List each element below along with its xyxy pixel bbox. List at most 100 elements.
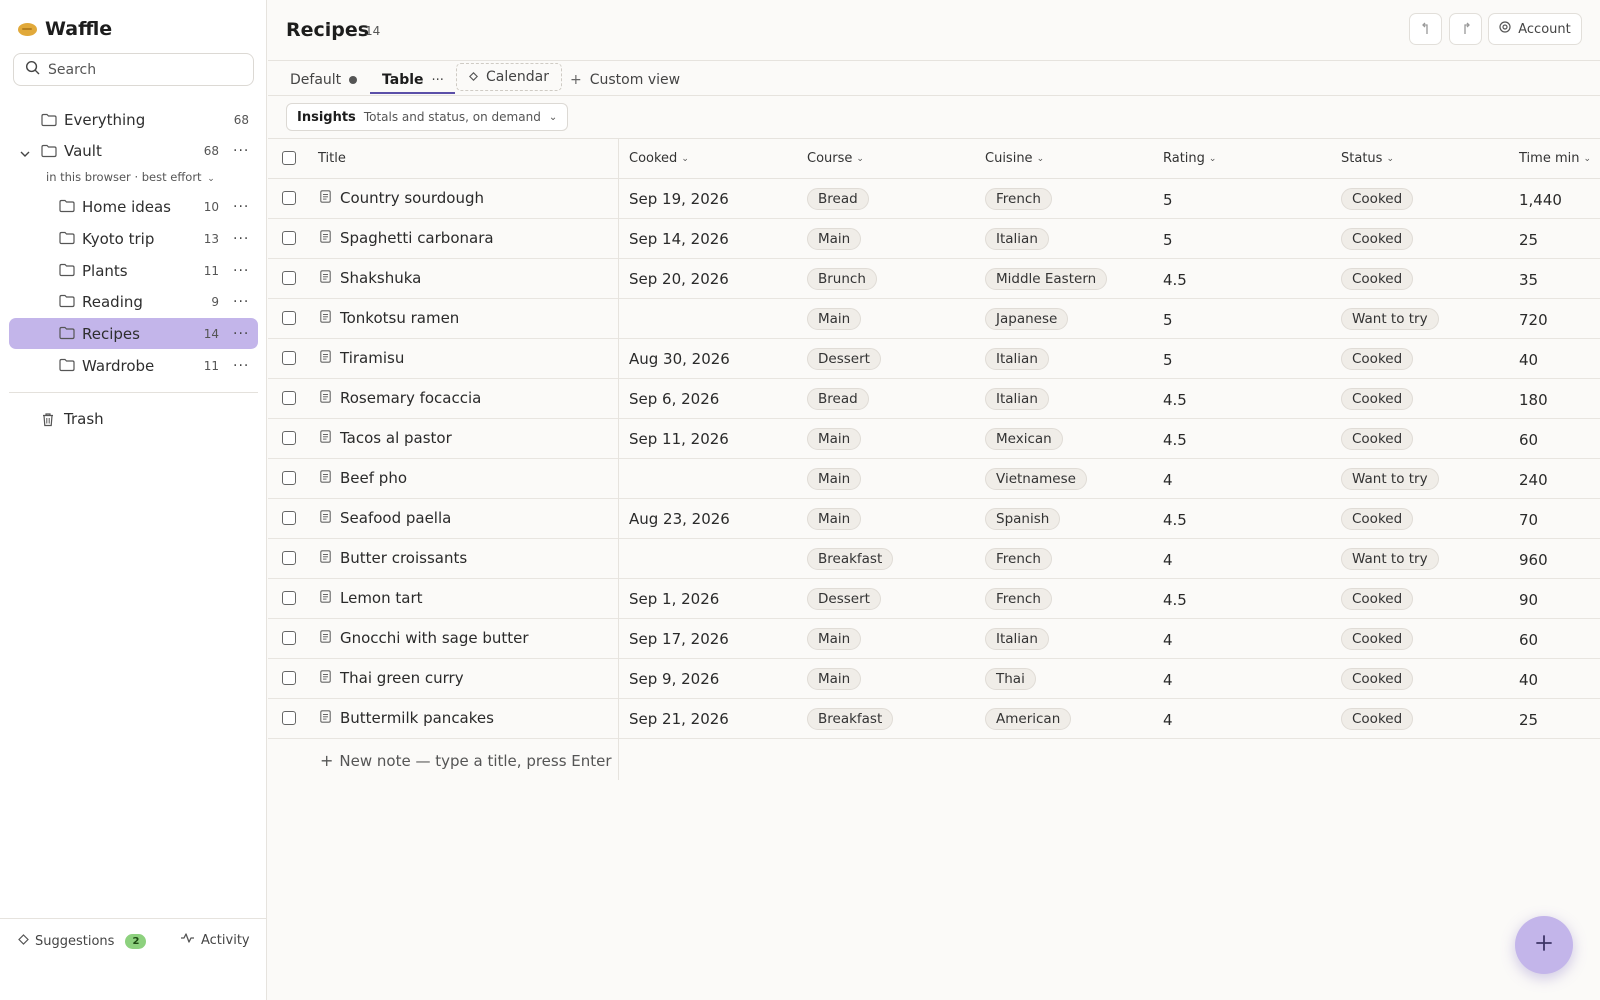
cuisine-chip[interactable]: Mexican (985, 428, 1063, 450)
sidebar-item-home-ideas[interactable]: Home ideas 10 ··· (9, 191, 258, 222)
course-chip[interactable]: Bread (807, 388, 869, 410)
vault-storage-note[interactable]: in this browser · best effort ⌄ (46, 170, 215, 184)
cuisine-chip[interactable]: French (985, 588, 1052, 610)
status-chip[interactable]: Want to try (1341, 548, 1439, 570)
redo-button[interactable] (1449, 13, 1482, 45)
column-header-rating[interactable]: Rating ⌄ (1163, 151, 1216, 166)
title-cell[interactable]: Tiramisu (320, 349, 404, 367)
cuisine-chip[interactable]: Middle Eastern (985, 268, 1108, 290)
sidebar-item-kyoto-trip[interactable]: Kyoto trip 13 ··· (9, 223, 258, 254)
status-chip[interactable]: Cooked (1341, 348, 1414, 370)
sidebar-item-plants[interactable]: Plants 11 ··· (9, 255, 258, 286)
time-cell[interactable]: 40 (1519, 351, 1538, 369)
title-cell[interactable]: Seafood paella (320, 509, 451, 527)
row-checkbox[interactable] (282, 551, 296, 565)
rating-cell[interactable]: 4.5 (1163, 271, 1187, 289)
table-row[interactable]: Thai green curry Sep 9, 2026 Main Thai 4 Cook… (268, 659, 1600, 699)
cuisine-chip[interactable]: Italian (985, 228, 1049, 250)
column-header-cooked[interactable]: Cooked ⌄ (629, 151, 689, 166)
suggestions-button[interactable]: Suggestions 2 (18, 934, 147, 949)
chevron-down-icon[interactable] (19, 145, 31, 163)
title-cell[interactable]: Gnocchi with sage butter (320, 629, 529, 647)
time-cell[interactable]: 35 (1519, 271, 1538, 289)
table-row[interactable]: Gnocchi with sage butter Sep 17, 2026 Main… (268, 619, 1600, 659)
rating-cell[interactable]: 5 (1163, 351, 1173, 369)
course-chip[interactable]: Main (807, 508, 862, 530)
rating-cell[interactable]: 5 (1163, 231, 1173, 249)
course-chip[interactable]: Main (807, 308, 862, 330)
cooked-cell[interactable]: Sep 21, 2026 (629, 710, 729, 728)
time-cell[interactable]: 1,440 (1519, 191, 1562, 209)
rating-cell[interactable]: 4.5 (1163, 511, 1187, 529)
new-note-fab-button[interactable] (1515, 916, 1573, 974)
table-row[interactable]: Beef pho Main Vietnamese 4 Want to try 240 (268, 459, 1600, 499)
sidebar-item-wardrobe[interactable]: Wardrobe 11 ··· (9, 350, 258, 381)
time-cell[interactable]: 90 (1519, 591, 1538, 609)
table-row[interactable]: Spaghetti carbonara Sep 14, 2026 Main Itali… (268, 219, 1600, 259)
cooked-cell[interactable]: Sep 9, 2026 (629, 670, 719, 688)
status-chip[interactable]: Cooked (1341, 588, 1414, 610)
rating-cell[interactable]: 4 (1163, 711, 1173, 729)
rating-cell[interactable]: 4 (1163, 471, 1173, 489)
status-chip[interactable]: Cooked (1341, 708, 1414, 730)
cooked-cell[interactable]: Sep 19, 2026 (629, 190, 729, 208)
status-chip[interactable]: Cooked (1341, 668, 1414, 690)
table-row[interactable]: Lemon tart Sep 1, 2026 Dessert French 4.5 Coo… (268, 579, 1600, 619)
time-cell[interactable]: 960 (1519, 551, 1548, 569)
status-chip[interactable]: Cooked (1341, 268, 1414, 290)
title-cell[interactable]: Rosemary focaccia (320, 389, 481, 407)
table-row[interactable]: Seafood paella Aug 23, 2026 Main Spanish 4.5… (268, 499, 1600, 539)
time-cell[interactable]: 180 (1519, 391, 1548, 409)
sidebar-item-reading[interactable]: Reading 9 ··· (9, 286, 258, 317)
cooked-cell[interactable]: Aug 23, 2026 (629, 510, 730, 528)
more-icon[interactable]: ··· (233, 143, 249, 159)
row-checkbox[interactable] (282, 191, 296, 205)
title-cell[interactable]: Thai green curry (320, 669, 464, 687)
tab-default[interactable]: Default (290, 66, 358, 94)
title-cell[interactable]: Tonkotsu ramen (320, 309, 459, 327)
title-cell[interactable]: Tacos al pastor (320, 429, 452, 447)
column-header-time-min[interactable]: Time min ⌄ (1519, 151, 1591, 166)
title-cell[interactable]: Spaghetti carbonara (320, 229, 494, 247)
title-cell[interactable]: Country sourdough (320, 189, 484, 207)
status-chip[interactable]: Cooked (1341, 388, 1414, 410)
cooked-cell[interactable]: Sep 1, 2026 (629, 590, 719, 608)
time-cell[interactable]: 70 (1519, 511, 1538, 529)
title-cell[interactable]: Shakshuka (320, 269, 421, 287)
select-all-checkbox[interactable] (282, 151, 296, 165)
rating-cell[interactable]: 4.5 (1163, 591, 1187, 609)
sidebar-item-recipes[interactable]: Recipes 14 ··· (9, 318, 258, 349)
course-chip[interactable]: Breakfast (807, 548, 894, 570)
title-cell[interactable]: Butter croissants (320, 549, 467, 567)
course-chip[interactable]: Main (807, 468, 862, 490)
status-chip[interactable]: Cooked (1341, 188, 1414, 210)
more-icon[interactable]: ··· (233, 263, 249, 279)
time-cell[interactable]: 720 (1519, 311, 1548, 329)
title-cell[interactable]: Beef pho (320, 469, 407, 487)
tab-calendar[interactable]: Calendar (456, 63, 562, 91)
course-chip[interactable]: Main (807, 668, 862, 690)
title-cell[interactable]: Buttermilk pancakes (320, 709, 494, 727)
rating-cell[interactable]: 4 (1163, 631, 1173, 649)
cuisine-chip[interactable]: Japanese (985, 308, 1069, 330)
undo-button[interactable] (1409, 13, 1442, 45)
activity-button[interactable]: Activity (180, 932, 250, 948)
search-box[interactable] (13, 53, 254, 86)
new-note-input[interactable]: + New note — type a title, press Enter (320, 751, 612, 770)
row-checkbox[interactable] (282, 351, 296, 365)
rating-cell[interactable]: 5 (1163, 311, 1173, 329)
brand[interactable]: Waffle (18, 18, 112, 40)
custom-view-button[interactable]: + Custom view (570, 66, 680, 94)
course-chip[interactable]: Main (807, 628, 862, 650)
cooked-cell[interactable]: Sep 6, 2026 (629, 390, 719, 408)
time-cell[interactable]: 240 (1519, 471, 1548, 489)
row-checkbox[interactable] (282, 511, 296, 525)
row-checkbox[interactable] (282, 631, 296, 645)
sidebar-item-trash[interactable]: Trash (9, 404, 258, 434)
time-cell[interactable]: 25 (1519, 711, 1538, 729)
status-chip[interactable]: Cooked (1341, 228, 1414, 250)
more-icon[interactable]: ··· (432, 73, 444, 88)
tab-table[interactable]: Table ··· (382, 66, 444, 94)
course-chip[interactable]: Brunch (807, 268, 877, 290)
status-chip[interactable]: Cooked (1341, 428, 1414, 450)
